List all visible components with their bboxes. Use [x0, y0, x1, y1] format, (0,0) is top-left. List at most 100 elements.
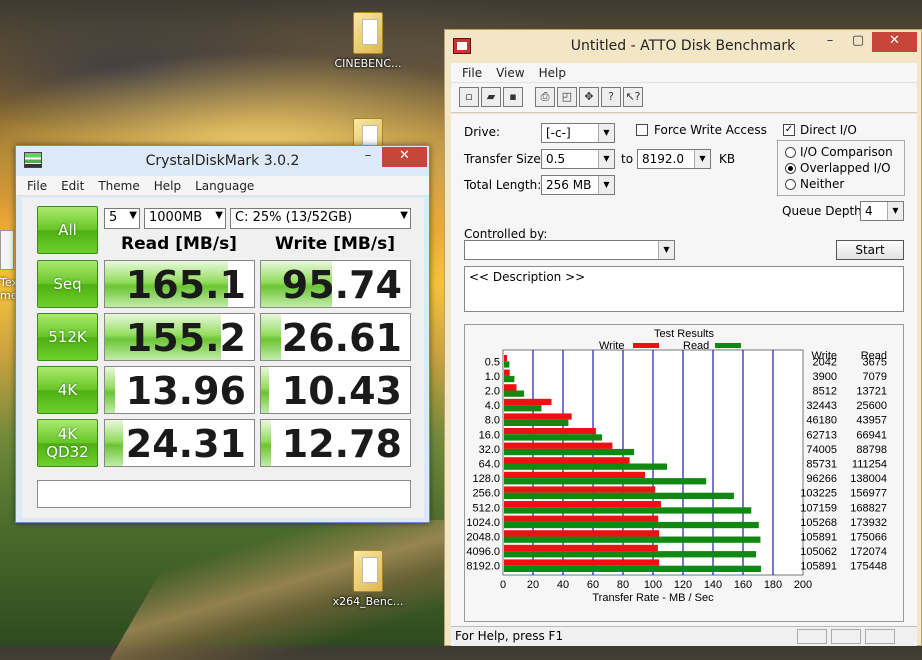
test-button-2[interactable]: 4K: [37, 366, 98, 414]
chevron-down-icon: ▼: [598, 124, 614, 142]
drive-combo[interactable]: [-c-] ▼: [541, 123, 615, 143]
menu-file[interactable]: File: [20, 179, 54, 193]
io-comparison-radio[interactable]: [785, 147, 796, 158]
test-count-select[interactable]: 5 ▼: [104, 208, 140, 229]
menu-help[interactable]: Help: [147, 179, 188, 193]
all-button[interactable]: All: [37, 206, 98, 254]
read-value: 13721: [856, 386, 887, 398]
desktop-icon-x264[interactable]: x264_Benc...: [328, 550, 408, 608]
comment-field[interactable]: [37, 480, 411, 508]
x-tick-label: 100: [644, 579, 662, 591]
menu-view[interactable]: View: [489, 66, 531, 80]
new-file-icon[interactable]: ▫: [459, 87, 479, 107]
category-label: 4.0: [485, 400, 500, 412]
test-button-1[interactable]: 512K: [37, 313, 98, 361]
menu-file[interactable]: File: [455, 66, 489, 80]
test-button-0[interactable]: Seq: [37, 260, 98, 308]
force-write-checkbox[interactable]: [636, 124, 648, 136]
read-value: 88798: [856, 444, 887, 456]
x-tick-label: 80: [617, 579, 629, 591]
cdm-titlebar[interactable]: CrystalDiskMark 3.0.2 – ✕: [16, 146, 429, 176]
category-label: 4096.0: [466, 546, 500, 558]
minimize-button[interactable]: –: [816, 32, 844, 52]
chevron-down-icon: ▼: [215, 210, 223, 221]
read-bar: [504, 434, 603, 441]
read-bar: [504, 463, 667, 470]
context-help-icon[interactable]: ↖?: [623, 87, 643, 107]
menu-language[interactable]: Language: [188, 179, 261, 193]
write-bar: [504, 398, 552, 406]
print-icon[interactable]: ⎙: [535, 87, 555, 107]
folder-icon: [353, 12, 383, 54]
save-icon[interactable]: ▪: [503, 87, 523, 107]
write-value: 96266: [806, 473, 837, 485]
legend-read-swatch: [715, 343, 741, 348]
read-result-value: 155.2: [125, 316, 246, 360]
transfer-to-value: 8192.0: [642, 152, 684, 166]
write-bar: [504, 559, 660, 566]
close-button[interactable]: ✕: [382, 147, 427, 167]
neither-label: Neither: [800, 177, 845, 191]
write-result-cell: 12.78: [260, 419, 411, 467]
total-length-value: 256 MB: [546, 178, 592, 192]
desktop-icon-cinebench[interactable]: CINEBENC...: [328, 12, 408, 70]
atto-titlebar[interactable]: Untitled - ATTO Disk Benchmark – ▢ ✕: [445, 30, 921, 63]
read-value: 43957: [856, 415, 887, 427]
x-tick-label: 200: [794, 579, 812, 591]
write-value: 8512: [813, 386, 837, 398]
cdm-menubar: File Edit Theme Help Language: [16, 176, 429, 196]
category-label: 32.0: [479, 444, 500, 456]
category-label: 8192.0: [466, 561, 500, 573]
write-bar: [504, 471, 646, 479]
read-bar: [504, 375, 515, 383]
category-label: 512.0: [472, 502, 500, 514]
menu-help[interactable]: Help: [532, 66, 573, 80]
test-size-select[interactable]: 1000MB ▼: [144, 208, 226, 229]
help-icon[interactable]: ?: [601, 87, 621, 107]
read-value: 66941: [856, 429, 887, 441]
write-bar: [504, 530, 660, 537]
overlapped-io-radio[interactable]: [785, 163, 796, 174]
read-value: 172074: [850, 546, 887, 558]
start-button[interactable]: Start: [836, 240, 904, 260]
read-value: 138004: [850, 473, 887, 485]
minimize-button[interactable]: –: [354, 147, 382, 167]
move-icon[interactable]: ✥: [579, 87, 599, 107]
category-label: 0.5: [485, 356, 500, 368]
direct-io-label: Direct I/O: [800, 123, 857, 137]
read-result-value: 13.96: [125, 369, 246, 413]
neither-radio[interactable]: [785, 179, 796, 190]
write-value: 85731: [806, 459, 837, 471]
menu-edit[interactable]: Edit: [54, 179, 91, 193]
controlled-by-combo[interactable]: ▼: [464, 240, 675, 260]
maximize-button[interactable]: ▢: [844, 32, 872, 52]
print-preview-icon[interactable]: ◰: [557, 87, 577, 107]
description-field[interactable]: << Description >>: [464, 266, 904, 312]
test-button-3[interactable]: 4K QD32: [37, 419, 98, 467]
menu-theme[interactable]: Theme: [91, 179, 146, 193]
drive-select[interactable]: C: 25% (13/52GB) ▼: [230, 208, 411, 229]
category-label: 128.0: [472, 473, 500, 485]
direct-io-checkbox[interactable]: ✓: [783, 124, 795, 136]
queue-depth-value: 4: [865, 204, 873, 218]
transfer-from-value: 0.5: [546, 152, 566, 166]
transfer-size-from-combo[interactable]: 0.5 ▼: [541, 149, 615, 169]
write-bar: [504, 457, 630, 464]
results-title: Test Results: [654, 328, 714, 340]
read-bar: [504, 492, 734, 499]
close-button[interactable]: ✕: [872, 32, 917, 52]
write-header: Write [MB/s]: [275, 234, 395, 254]
chevron-down-icon: ▼: [658, 241, 674, 259]
queue-depth-combo[interactable]: 4 ▼: [860, 201, 904, 221]
write-value: 103225: [800, 488, 837, 500]
write-bar: [504, 486, 656, 493]
write-bar: [504, 384, 517, 391]
total-length-combo[interactable]: 256 MB ▼: [541, 175, 615, 195]
document-icon[interactable]: [0, 230, 14, 270]
write-value: 32443: [806, 400, 837, 412]
transfer-size-to-combo[interactable]: 8192.0 ▼: [637, 149, 711, 169]
category-label: 1024.0: [466, 517, 500, 529]
transfer-size-label: Transfer Size:: [464, 152, 545, 166]
open-folder-icon[interactable]: ▰: [481, 87, 501, 107]
controlled-by-label: Controlled by:: [464, 227, 548, 241]
